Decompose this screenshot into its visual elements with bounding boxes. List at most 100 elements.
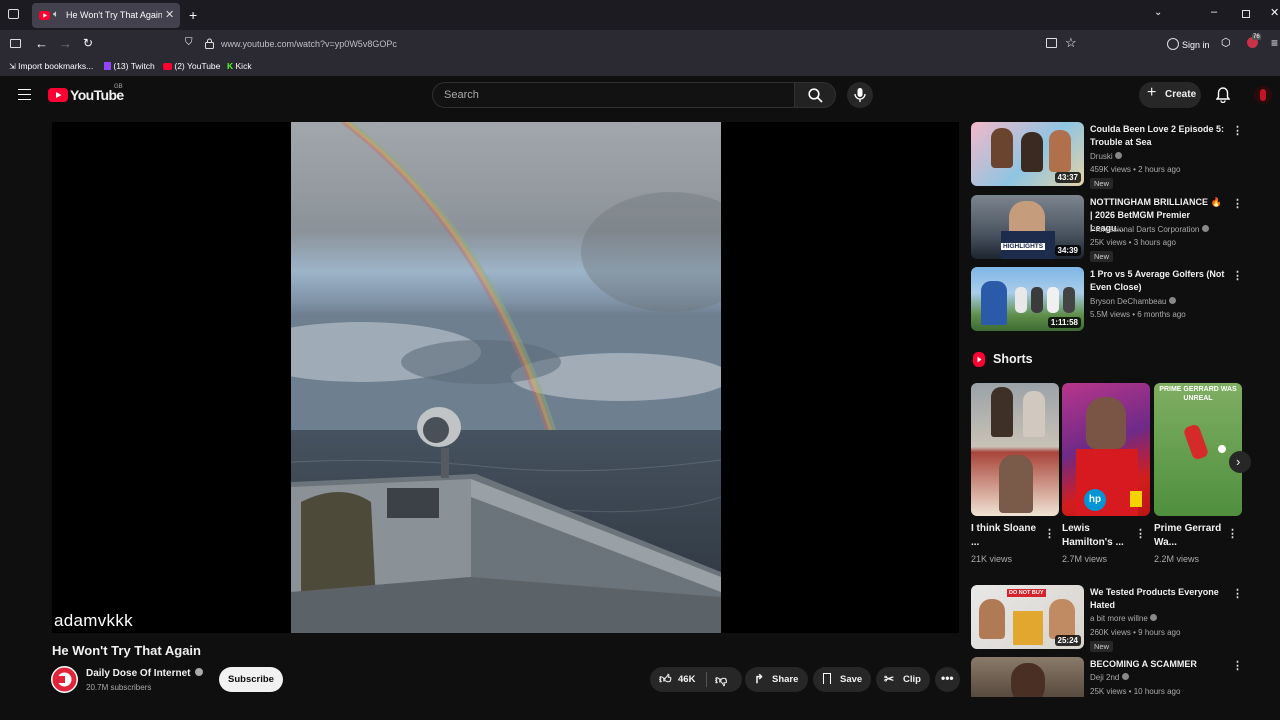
short-thumbnail[interactable]: hp: [1062, 383, 1150, 516]
video-title[interactable]: 1 Pro vs 5 Average Golfers (Not Even Clo…: [1090, 268, 1226, 294]
recommendation-item[interactable]: 1:11:58 1 Pro vs 5 Average Golfers (Not …: [971, 267, 1246, 333]
video-title[interactable]: We Tested Products Everyone Hated: [1090, 586, 1226, 612]
recommendation-item[interactable]: DO NOT BUY 25:24 We Tested Products Ever…: [971, 585, 1246, 652]
more-vertical-icon[interactable]: ⋮: [1232, 659, 1243, 672]
bookmark-youtube[interactable]: (2) YouTube: [163, 61, 220, 71]
channel-name[interactable]: a bit more willne: [1090, 614, 1158, 623]
reader-view-icon[interactable]: [1046, 38, 1057, 48]
short-overlay-text: PRIME GERRARD WAS UNREAL: [1159, 386, 1237, 402]
bookmark-star-icon[interactable]: ☆: [1065, 36, 1077, 49]
window-close-button[interactable]: ✕: [1270, 8, 1279, 19]
notifications-bell-icon[interactable]: [1215, 87, 1231, 108]
tab-overflow-chevron-icon[interactable]: ⌄: [1154, 8, 1162, 18]
more-vertical-icon[interactable]: ⋮: [1232, 587, 1243, 600]
video-thumbnail[interactable]: 43:37: [971, 122, 1084, 186]
more-vertical-icon[interactable]: ⋮: [1135, 527, 1146, 540]
recommendation-item[interactable]: HIGHLIGHTS 34:39 NOTTINGHAM BRILLIANCE 🔥…: [971, 195, 1246, 262]
browser-tab-active[interactable]: 🔈︎ He Won't Try That Again - Y ✕: [32, 3, 180, 28]
create-button[interactable]: + Create: [1139, 82, 1201, 108]
video-player[interactable]: adamvkkk: [52, 122, 959, 633]
save-button[interactable]: Save: [813, 667, 871, 692]
browser-toolbar: ← → ↻ ⛉ www.youtube.com/watch?v=yp0W5v8G…: [0, 30, 1280, 58]
window-minimize-button[interactable]: –: [1211, 7, 1217, 18]
chevron-right-icon: ›: [1236, 454, 1241, 469]
more-actions-button[interactable]: •••: [935, 667, 960, 692]
more-vertical-icon[interactable]: ⋮: [1232, 269, 1243, 282]
recommendation-item[interactable]: 43:37 Coulda Been Love 2 Episode 5: Trou…: [971, 122, 1246, 189]
speaker-icon[interactable]: 🔈︎: [53, 9, 59, 20]
import-icon: ⇲: [9, 62, 16, 71]
video-meta: 260K views • 9 hours ago: [1090, 628, 1181, 637]
more-horizontal-icon: •••: [941, 671, 954, 685]
search-button[interactable]: [794, 82, 836, 108]
sign-in-link[interactable]: Sign in: [1182, 40, 1210, 50]
tab-close-icon[interactable]: ✕: [165, 8, 174, 21]
guide-menu-icon[interactable]: [18, 89, 31, 100]
dislike-button[interactable]: 👎︎: [707, 667, 742, 692]
short-title[interactable]: Lewis Hamilton's ...: [1062, 522, 1130, 550]
recommendation-item[interactable]: BECOMING A SCAMMER Deji 2nd 25K views • …: [971, 657, 1246, 697]
short-thumbnail[interactable]: [971, 383, 1059, 516]
channel-name-text: a bit more willne: [1090, 614, 1148, 623]
voice-search-button[interactable]: [847, 82, 873, 108]
video-thumbnail[interactable]: HIGHLIGHTS 34:39: [971, 195, 1084, 259]
channel-name[interactable]: Druski: [1090, 152, 1122, 161]
thumbs-down-icon: 👎︎: [715, 673, 728, 687]
bookmark-kick[interactable]: K Kick: [227, 61, 252, 71]
channel-name-text: Professional Darts Corporation: [1090, 225, 1200, 234]
shorts-next-button[interactable]: ›: [1229, 451, 1251, 473]
like-button[interactable]: 👍︎ 46K: [650, 667, 706, 692]
tab-list-icon[interactable]: [8, 9, 19, 19]
share-button[interactable]: ↱ Share: [745, 667, 808, 692]
bookmark-import[interactable]: ⇲ Import bookmarks...: [9, 61, 93, 71]
address-bar[interactable]: ⛉ www.youtube.com/watch?v=yp0W5v8GOPc ☆: [180, 33, 1086, 55]
video-title: He Won't Try That Again: [52, 643, 201, 658]
sidebar-toggle-icon[interactable]: [10, 39, 21, 48]
menu-hamburger-icon[interactable]: ≡: [1271, 37, 1278, 49]
subscribe-button[interactable]: Subscribe: [219, 667, 283, 692]
extensions-puzzle-icon[interactable]: ⬡: [1221, 38, 1231, 49]
clip-button[interactable]: ✂︎ Clip: [876, 667, 930, 692]
video-thumbnail[interactable]: DO NOT BUY 25:24: [971, 585, 1084, 649]
bookmark-twitch[interactable]: (13) Twitch: [104, 61, 155, 71]
channel-name[interactable]: Deji 2nd: [1090, 673, 1129, 682]
reload-icon[interactable]: ↻: [83, 37, 93, 49]
video-thumbnail[interactable]: [971, 657, 1084, 697]
new-badge: New: [1090, 178, 1114, 189]
video-title[interactable]: BECOMING A SCAMMER: [1090, 658, 1226, 671]
search-input[interactable]: Search: [432, 82, 794, 108]
new-tab-button[interactable]: +: [189, 8, 197, 22]
account-avatar[interactable]: [1254, 86, 1272, 104]
microphone-icon: [854, 88, 866, 102]
create-label: Create: [1165, 89, 1197, 100]
search-icon: [808, 88, 823, 103]
new-badge: New: [1090, 641, 1114, 652]
verified-badge-icon: [1150, 614, 1158, 621]
video-meta: 25K views • 3 hours ago: [1090, 238, 1176, 247]
verified-badge-icon: [1121, 673, 1129, 680]
channel-avatar[interactable]: [51, 666, 78, 693]
short-views: 21K views: [971, 554, 1013, 564]
more-vertical-icon[interactable]: ⋮: [1232, 124, 1243, 137]
short-title[interactable]: I think Sloane ...: [971, 522, 1039, 550]
more-vertical-icon[interactable]: ⋮: [1044, 527, 1055, 540]
video-title[interactable]: Coulda Been Love 2 Episode 5: Trouble at…: [1090, 123, 1226, 149]
channel-name[interactable]: Bryson DeChambeau: [1090, 297, 1176, 306]
video-thumbnail[interactable]: 1:11:58: [971, 267, 1084, 331]
channel-name[interactable]: Professional Darts Corporation: [1090, 225, 1209, 234]
more-vertical-icon[interactable]: ⋮: [1227, 527, 1238, 540]
shield-icon[interactable]: ⛉: [185, 38, 193, 48]
channel-name[interactable]: Daily Dose Of Internet: [86, 668, 204, 679]
window-maximize-button[interactable]: [1242, 10, 1250, 18]
forward-arrow-icon[interactable]: →: [59, 37, 72, 50]
lock-icon[interactable]: [205, 38, 214, 51]
back-arrow-icon[interactable]: ←: [35, 37, 48, 50]
more-vertical-icon[interactable]: ⋮: [1232, 197, 1243, 210]
youtube-logo-icon: [48, 88, 68, 102]
short-thumbnail[interactable]: PRIME GERRARD WAS UNREAL: [1154, 383, 1242, 516]
bookmark-icon: [823, 673, 831, 684]
video-frame[interactable]: [291, 122, 721, 633]
account-icon[interactable]: [1167, 38, 1179, 50]
short-title[interactable]: Prime Gerrard Wa...: [1154, 522, 1222, 550]
browser-tab-bar: 🔈︎ He Won't Try That Again - Y ✕ + ⌄ – ✕: [0, 0, 1280, 30]
